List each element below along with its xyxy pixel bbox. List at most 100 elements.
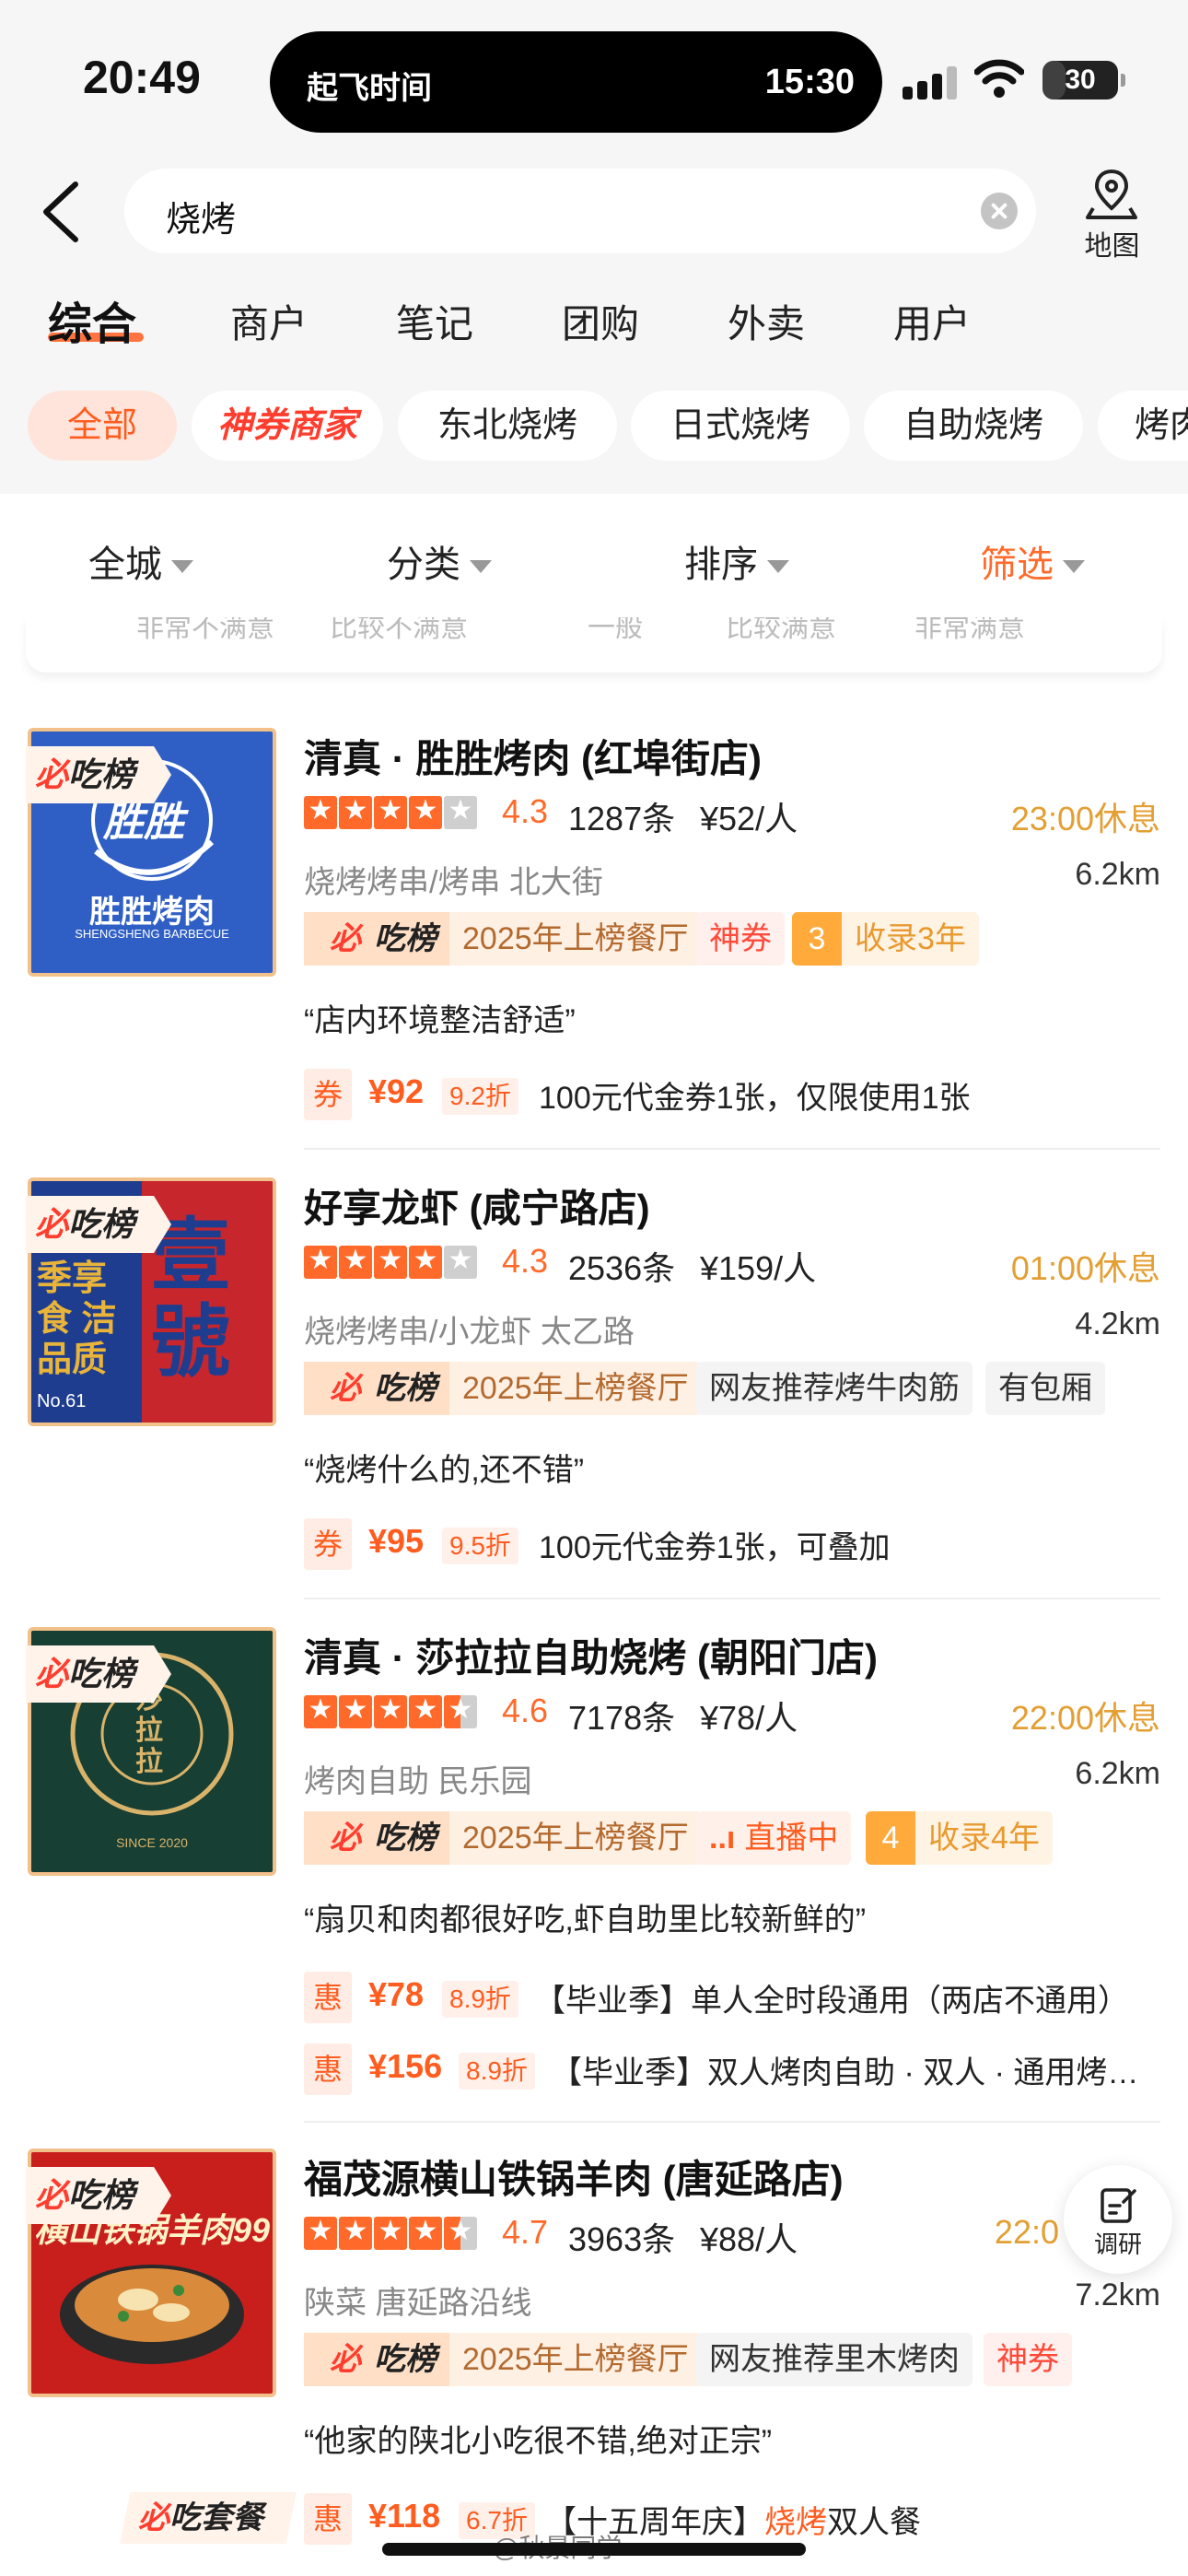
star-icon [444, 794, 477, 829]
ranking-badge: 必吃榜 [26, 1645, 172, 1703]
tab-comprehensive[interactable]: 综合 [48, 287, 136, 352]
caret-down-icon [470, 560, 492, 574]
shop-title[interactable]: 清真 · 莎拉拉自助烧烤 (朝阳门店) [304, 1627, 878, 1683]
back-arrow-icon[interactable] [37, 175, 92, 249]
caret-down-icon [767, 560, 789, 574]
tag-row: 必吃榜 2025年上榜餐厅 神券 3 收录3年 [304, 912, 1188, 966]
rating-row: 4.6 7178条 ¥78/人 22:00休息 [304, 1692, 1160, 1737]
satisfaction-option[interactable]: 一般 [588, 617, 643, 645]
divider [304, 1598, 1160, 1599]
star-icon [374, 2215, 407, 2250]
chip-all[interactable]: 全部 [28, 391, 177, 461]
category-text: 烧烤烤串/烤串 北大街 [304, 865, 603, 900]
dynamic-island[interactable]: 起飞时间 15:30 [270, 31, 882, 133]
closing-time: 23:00休息 [1010, 800, 1160, 837]
deal-price: ¥95 [368, 1522, 425, 1560]
star-icon [304, 2215, 337, 2250]
category-location: 烧烤烤串/小龙虾 太乙路 4.2km [304, 1306, 1160, 1352]
filter-category[interactable]: 分类 [387, 534, 492, 588]
filter-city[interactable]: 全城 [88, 534, 193, 588]
tab-notes[interactable]: 笔记 [396, 293, 473, 349]
thumb-big-char: 號 [151, 1298, 230, 1387]
distance: 7.2km [1075, 2277, 1160, 2313]
tab-users[interactable]: 用户 [893, 293, 971, 349]
search-input[interactable]: 烧烤 [124, 169, 1036, 253]
ranking-badge: 必吃榜 [26, 1196, 172, 1253]
deal-price: ¥118 [368, 2497, 441, 2535]
deal-text: 100元代金券1张，仅限使用1张 [539, 1081, 971, 1116]
deal-row[interactable]: 券 ¥95 9.5折 100元代金券1张，可叠加 [304, 1518, 1160, 1570]
voucher-icon: 券 [304, 1518, 352, 1570]
satisfaction-option[interactable]: 比较不满意 [330, 617, 468, 645]
coupon-tag: 神券 [984, 2333, 1072, 2386]
review-quote: “烧烤什么的,还不错” [304, 1453, 585, 1488]
deal-text: 【毕业季】双人烤肉自助 · 双人 · 通用烤… [551, 2055, 1139, 2090]
category-text: 烤肉自助 民乐园 [304, 1764, 532, 1799]
chip-coupon-merchants[interactable]: 神券商家 [192, 391, 383, 461]
chip-grilled-meat[interactable]: 烤肉 [1098, 391, 1188, 461]
ranking-badge: 必吃榜 [26, 2167, 172, 2224]
status-bar: 20:49 起飞时间 15:30 30 [0, 0, 1188, 157]
deal-discount: 8.9折 [442, 1981, 518, 2018]
avg-price: ¥88/人 [700, 2220, 798, 2258]
shop-title[interactable]: 清真 · 胜胜烤肉 (红埠街店) [304, 728, 762, 784]
clock: 20:49 [83, 52, 201, 103]
deal-discount: 9.2折 [442, 1078, 518, 1115]
distance: 4.2km [1075, 1306, 1160, 1341]
satisfaction-option[interactable]: 比较满意 [726, 617, 836, 645]
private-room-tag: 有包厢 [985, 1362, 1105, 1415]
wifi-icon [974, 59, 1024, 98]
map-button[interactable]: 地图 [1073, 166, 1151, 263]
rank-tag: 必吃榜 2025年上榜餐厅 [304, 2333, 702, 2386]
chip-buffet-bbq[interactable]: 自助烧烤 [864, 391, 1083, 461]
satisfaction-option[interactable]: 非常满意 [914, 617, 1025, 645]
cellular-signal-icon [903, 66, 958, 100]
distance: 6.2km [1075, 1756, 1160, 1791]
voucher-icon: 券 [304, 1069, 352, 1120]
shop-title[interactable]: 福茂源横山铁锅羊肉 (唐延路店) [304, 2149, 844, 2205]
star-rating [304, 1244, 479, 1283]
island-flight-label: 起飞时间 [307, 71, 432, 106]
review-quote: “他家的陕北小吃很不错,绝对正宗” [304, 2424, 773, 2459]
filter-screen[interactable]: 筛选 [980, 534, 1085, 588]
tab-group-buy[interactable]: 团购 [562, 293, 639, 349]
tab-merchants[interactable]: 商户 [230, 293, 308, 349]
divider [304, 1148, 1160, 1150]
thumb-number: No.61 [37, 1391, 87, 1411]
map-label: 地图 [1084, 231, 1140, 262]
rating-score: 4.7 [502, 2213, 549, 2251]
satisfaction-option[interactable]: 非常不满意 [136, 617, 274, 645]
star-icon [304, 1693, 337, 1728]
home-indicator[interactable] [382, 2543, 806, 2556]
deal-row[interactable]: 惠 ¥156 8.9折 【毕业季】双人烤肉自助 · 双人 · 通用烤… [304, 2043, 1160, 2095]
category-text: 烧烤烤串/小龙虾 太乙路 [304, 1315, 635, 1350]
edit-icon [1101, 2188, 1136, 2223]
review-count: 1287条 [568, 800, 676, 837]
survey-label: 调研 [1093, 2231, 1142, 2258]
live-tag[interactable]: ..ı 直播中 [696, 1811, 852, 1865]
thumb-since: SINCE 2020 [116, 1835, 188, 1850]
search-query: 烧烤 [166, 201, 237, 240]
tab-delivery[interactable]: 外卖 [728, 293, 805, 349]
ranking-badge: 必吃榜 [26, 746, 172, 803]
clear-icon[interactable] [981, 193, 1018, 229]
closing-time: 22:0 [994, 2213, 1059, 2251]
deal-text: 【毕业季】单人全时段通用（两店不通用） [534, 1984, 1129, 2019]
chip-japanese-bbq[interactable]: 日式烧烤 [631, 391, 850, 461]
deal-row[interactable]: 惠 ¥118 6.7折 【十五周年庆】烧烤双人餐 [304, 2493, 1160, 2545]
shop-title[interactable]: 好享龙虾 (咸宁路店) [304, 1177, 650, 1234]
star-icon [339, 1693, 372, 1728]
battery-level [1042, 61, 1066, 100]
thumb-brand-name: 胜胜烤肉 [89, 895, 215, 930]
chip-northeast-bbq[interactable]: 东北烧烤 [398, 391, 617, 461]
filter-screen-label: 筛选 [980, 544, 1054, 585]
rank-tag: 必吃榜 2025年上榜餐厅 [304, 1811, 702, 1865]
closing-time: 22:00休息 [1010, 1699, 1160, 1737]
avg-price: ¥52/人 [700, 800, 798, 837]
filter-sort[interactable]: 排序 [684, 534, 789, 588]
avg-price: ¥78/人 [700, 1699, 798, 1737]
deal-row[interactable]: 惠 ¥78 8.9折 【毕业季】单人全时段通用（两店不通用） [304, 1972, 1160, 2023]
survey-button[interactable]: 调研 [1064, 2165, 1172, 2274]
star-icon [409, 1693, 442, 1728]
deal-row[interactable]: 券 ¥92 9.2折 100元代金券1张，仅限使用1张 [304, 1069, 1160, 1120]
